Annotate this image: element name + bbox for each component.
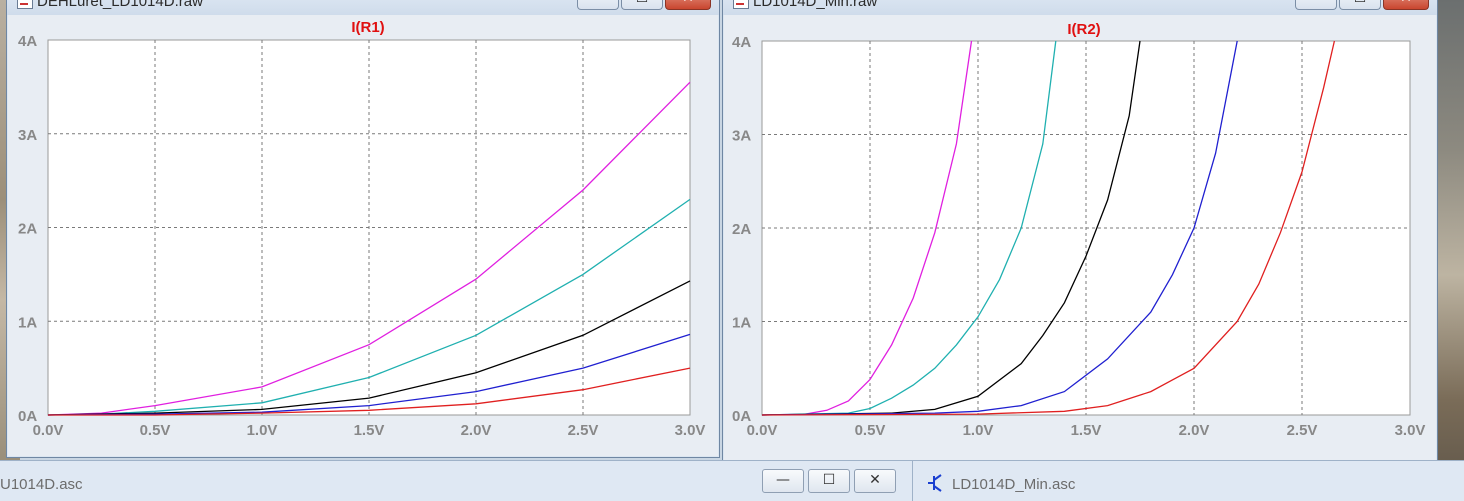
transistor-icon <box>928 474 942 492</box>
y-tick-label: 0A <box>732 408 751 425</box>
x-tick-label: 0.5V <box>855 422 886 439</box>
divider <box>912 461 913 501</box>
left-schematic-title[interactable]: U1014D.asc <box>0 476 83 493</box>
trace-title: I(R2) <box>1067 21 1100 38</box>
y-tick-label: 4A <box>732 34 751 51</box>
right-plot-chart[interactable]: 0.0V 0.5V 1.0V 1.5V 2.0V 2.5V 3.0V 0A 1A 2A 3A 4A I(… <box>0 0 1464 460</box>
x-tick-label: 0.0V <box>747 422 778 439</box>
x-tick-label: 1.0V <box>963 422 994 439</box>
x-tick-label: 3.0V <box>1395 422 1426 439</box>
x-tick-label: 2.0V <box>1179 422 1210 439</box>
schematic-window-strip: U1014D.asc — ☐ ✕ LD1014D_Min.asc <box>0 460 1464 501</box>
y-tick-label: 3A <box>732 128 751 145</box>
x-tick-label: 2.5V <box>1287 422 1318 439</box>
schematic-minimize-button[interactable]: — <box>762 469 804 493</box>
right-schematic-title[interactable]: LD1014D_Min.asc <box>952 476 1075 493</box>
schematic-close-button[interactable]: ✕ <box>854 469 896 493</box>
schematic-maximize-button[interactable]: ☐ <box>808 469 850 493</box>
y-tick-label: 2A <box>732 221 751 238</box>
x-tick-label: 1.5V <box>1071 422 1102 439</box>
y-tick-label: 1A <box>732 315 751 332</box>
